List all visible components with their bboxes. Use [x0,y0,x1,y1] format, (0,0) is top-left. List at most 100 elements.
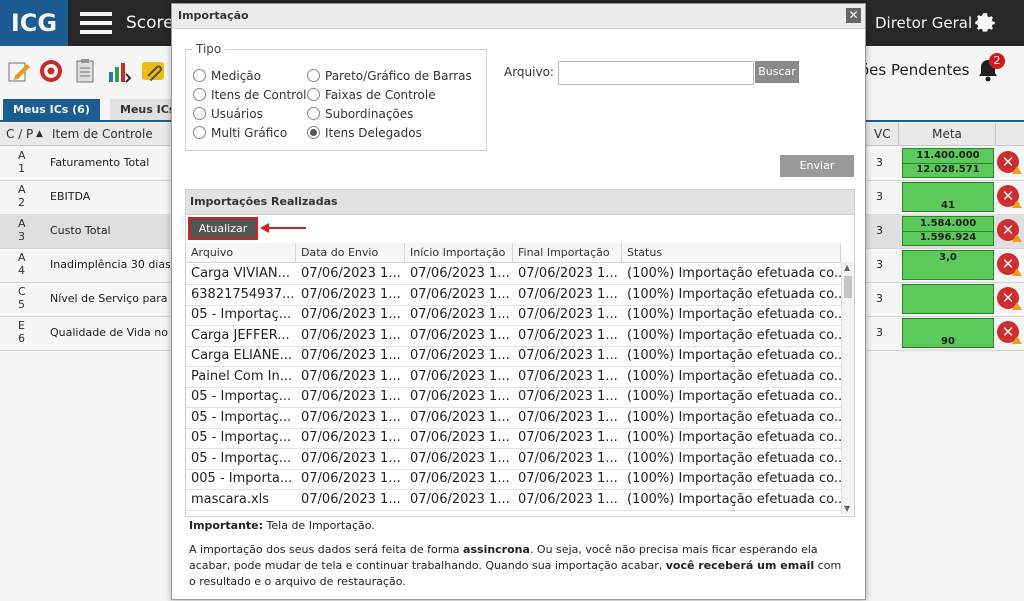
radio-faixas[interactable]: Faixas de Controle [307,88,436,102]
table-cell: 63821754937... [191,286,295,302]
table-cell: 07/06/2023 1... [410,348,510,363]
radio-icon[interactable] [193,107,206,120]
table-cell: 07/06/2023 1... [301,286,401,302]
radio-usuarios[interactable]: Usuários [193,107,263,121]
table-cell: 07/06/2023 1... [518,348,618,363]
table-cell: (100%) Importação efetuada co... [627,471,841,486]
table-row[interactable]: 05 - Importaç... 07/06/2023 1... 07/06/202… [186,408,841,429]
radio-itens-delegados[interactable]: Itens Delegados [307,126,422,140]
table-cell: mascara.xls [191,491,270,507]
table-row[interactable]: mascara.xls 07/06/2023 1... 07/06/2023 1..… [186,490,841,511]
radio-icon[interactable] [307,107,320,120]
table-cell: 05 - Importaç... [191,389,292,404]
dialog-title: Importação [172,4,865,29]
table-cell: (100%) Importação efetuada co... [627,450,841,466]
table-cell: (100%) Importação efetuada co... [627,327,841,343]
col-inicio[interactable]: Início Importação [405,243,513,262]
close-icon[interactable]: ✕ [846,8,861,23]
table-row[interactable]: 05 - Importaç... 07/06/2023 1... 07/06/202… [186,305,841,326]
table-cell: 07/06/2023 1... [518,368,618,384]
table-row[interactable]: 005 - Importa... 07/06/2023 1... 07/06/202… [186,469,841,490]
table-row[interactable]: Carga JEFFER... 07/06/2023 1... 07/06/2023… [186,326,841,347]
radio-itens-controle[interactable]: Itens de Controle [193,88,314,102]
table-cell: 07/06/2023 1... [301,450,401,466]
table-cell: 07/06/2023 1... [301,266,401,281]
radio-label: Subordinações [325,107,414,121]
imports-panel: Importações Realizadas Atualizar Arquivo… [185,189,855,517]
table-cell: 07/06/2023 1... [518,327,618,343]
radio-checked-icon[interactable] [307,126,320,139]
radio-label: Pareto/Gráfico de Barras [325,69,472,83]
table-row[interactable]: Carga VIVIAN... 07/06/2023 1... 07/06/2023… [186,264,841,285]
scroll-down-icon[interactable]: ▼ [844,504,850,513]
radio-icon[interactable] [193,88,206,101]
table-cell: 07/06/2023 1... [518,266,618,281]
col-status[interactable]: Status [622,243,841,262]
col-arquivo[interactable]: Arquivo [186,243,296,262]
table-cell: 07/06/2023 1... [410,266,510,281]
table-row[interactable]: Painel Com In... 07/06/2023 1... 07/06/202… [186,367,841,388]
radio-label: Usuários [211,107,263,121]
table-cell: (100%) Importação efetuada co... [627,368,841,384]
table-header: Arquivo Data do Envio Início Importação … [186,243,841,263]
table-cell: 07/06/2023 1... [518,409,618,425]
radio-label: Itens Delegados [325,126,422,140]
table-row[interactable]: 05 - Importaç... 07/06/2023 1... 07/06/202… [186,428,841,449]
col-data-envio[interactable]: Data do Envio [296,243,405,262]
radio-icon[interactable] [193,69,206,82]
scroll-up-icon[interactable]: ▲ [844,263,850,272]
table-cell: (100%) Importação efetuada co... [627,348,841,363]
table-cell: 07/06/2023 1... [410,327,510,343]
table-row[interactable]: 63821754937... 07/06/2023 1... 07/06/2023 … [186,285,841,306]
radio-medicao[interactable]: Medição [193,69,261,83]
col-final[interactable]: Final Importação [513,243,622,262]
table-cell: 07/06/2023 1... [410,389,510,404]
scrollbar[interactable]: ▲ ▼ [841,262,854,514]
radio-label: Faixas de Controle [325,88,436,102]
table-row[interactable]: 05 - Importaç... 07/06/2023 1... 07/06/202… [186,387,841,408]
import-dialog: Importação ✕ Tipo Medição Itens de Contr… [171,3,866,600]
radio-pareto[interactable]: Pareto/Gráfico de Barras [307,69,472,83]
radio-icon[interactable] [307,69,320,82]
table-cell: 07/06/2023 1... [301,368,401,384]
table-row[interactable]: 05 - Importaç... 07/06/2023 1... 07/06/202… [186,449,841,470]
import-notes: Importante: Tela de Importação. A import… [189,518,849,590]
table-cell: 07/06/2023 1... [518,307,618,322]
table-cell: 07/06/2023 1... [518,430,618,445]
table-cell: 07/06/2023 1... [410,307,510,322]
radio-label: Itens de Controle [211,88,314,102]
table-cell: 005 - Importa... [191,471,293,486]
important-note: Importante: Tela de Importação. [189,518,849,534]
radio-icon[interactable] [307,88,320,101]
table-cell: 07/06/2023 1... [301,307,401,322]
radio-multi-grafico[interactable]: Multi Gráfico [193,126,287,140]
table-row[interactable]: Carga ELIANE... 07/06/2023 1... 07/06/2023… [186,346,841,367]
table-cell: 07/06/2023 1... [518,491,618,507]
arquivo-input[interactable] [558,61,754,85]
table-cell: 07/06/2023 1... [301,389,401,404]
imports-table-body: Carga VIVIAN... 07/06/2023 1... 07/06/2023… [186,264,841,514]
table-cell: 07/06/2023 1... [518,450,618,466]
enviar-button[interactable]: Enviar [780,155,854,177]
table-cell: (100%) Importação efetuada co... [627,307,841,322]
radio-icon[interactable] [193,126,206,139]
note-text: Tela de Importação. [263,519,375,532]
table-cell: 07/06/2023 1... [301,409,401,425]
table-cell: 07/06/2023 1... [301,471,401,486]
table-cell: 05 - Importaç... [191,409,292,425]
table-cell: Carga JEFFER... [191,327,290,343]
radio-subordinacoes[interactable]: Subordinações [307,107,413,121]
table-cell: Painel Com In... [191,368,293,384]
atualizar-button[interactable]: Atualizar [188,217,258,240]
table-cell: Carga ELIANE... [191,348,293,363]
note-bold: Importante: [189,519,264,532]
buscar-button[interactable]: Buscar [755,61,799,83]
scroll-thumb[interactable] [844,276,852,298]
table-cell: 07/06/2023 1... [301,348,401,363]
table-cell: 07/06/2023 1... [518,389,618,404]
table-cell: 07/06/2023 1... [410,491,510,507]
table-cell: 07/06/2023 1... [410,471,510,486]
table-cell: (100%) Importação efetuada co... [627,491,841,507]
table-cell: 07/06/2023 1... [518,471,618,486]
table-cell: (100%) Importação efetuada co... [627,389,841,404]
